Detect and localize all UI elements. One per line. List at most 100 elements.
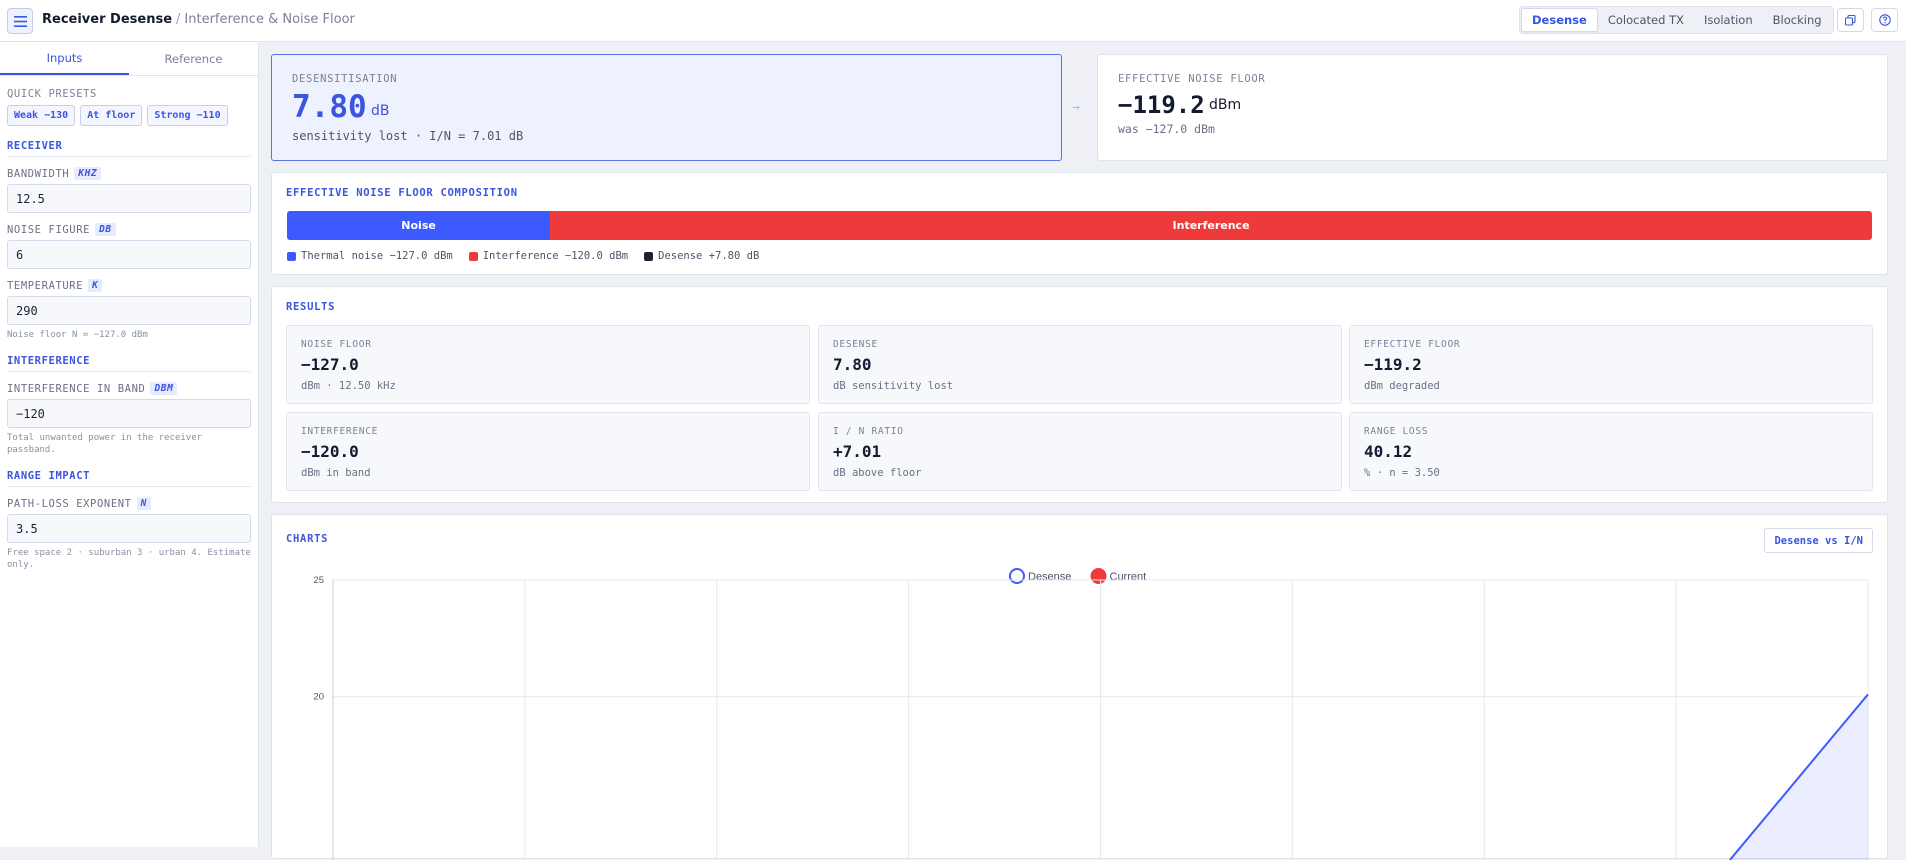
desense-chart: Desense Current 25 20 [313,568,1869,860]
sidebar-tabs: Inputs Reference [0,42,258,76]
path-loss-label: PATH-LOSS EXPONENT N [7,497,251,510]
page-title: Receiver Desense / Interference & Noise Fl… [42,12,355,27]
metric-value: 40.12 [1364,442,1413,461]
metric-label: DESENSE [833,339,878,350]
tab-isolation[interactable]: Isolation [1694,8,1763,32]
page-subtitle: Interference & Noise Floor [184,12,355,27]
metric-label: RANGE LOSS [1364,426,1429,437]
app-title: Receiver Desense [42,12,173,27]
metric-label: INTERFERENCE [301,426,379,437]
charts-title: CHARTS [286,533,329,545]
receiver-section-title: RECEIVER [7,140,251,157]
metric-value: −119.2 [1364,355,1422,374]
noise-figure-unit: DB [95,223,116,236]
tab-blocking[interactable]: Blocking [1763,8,1832,32]
bandwidth-label: BANDWIDTH KHZ [7,167,251,180]
metric-interference: INTERFERENCE −120.0 dBm in band [286,412,810,491]
legend-item-thermal-noise: Thermal noise −127.0 dBm [287,250,453,262]
noise-figure-label-text: NOISE FIGURE [7,223,91,236]
tab-desense[interactable]: Desense [1521,8,1598,32]
temperature-input[interactable] [7,296,251,325]
chart-mode-button[interactable]: Desense vs I/N [1764,528,1873,553]
desense-value: 7.80 [292,89,367,125]
legend-item-desense: Desense +7.80 dB [644,250,759,262]
preset-at-floor-button[interactable]: At floor [80,105,143,126]
y-tick-label: 25 [313,575,324,586]
tab-colocated-tx[interactable]: Colocated TX [1598,8,1694,32]
mode-tabs: Desense Colocated TX Isolation Blocking [1519,6,1834,34]
metric-sub: dB sensitivity lost [833,380,954,392]
hamburger-menu-icon [13,15,27,27]
effective-floor-card: EFFECTIVE NOISE FLOOR −119.2 dBm was −12… [1097,54,1888,161]
metric-value: +7.01 [833,442,882,461]
noise-figure-label: NOISE FIGURE DB [7,223,251,236]
noise-floor-hint: Noise floor N = −127.0 dBm [7,330,148,340]
metric-label: NOISE FLOOR [301,339,372,350]
metric-desense: DESENSE 7.80 dB sensitivity lost [818,325,1342,404]
help-button[interactable] [1871,8,1898,32]
metric-noise-floor: NOISE FLOOR −127.0 dBm · 12.50 kHz [286,325,810,404]
temperature-label: TEMPERATURE K [7,279,251,292]
metric-value: 7.80 [833,355,872,374]
results-card: RESULTS NOISE FLOOR −127.0 dBm · 12.50 k… [271,286,1888,503]
effective-floor-label: EFFECTIVE NOISE FLOOR [1118,73,1266,85]
effective-floor-value: −119.2 [1118,91,1205,119]
tab-inputs[interactable]: Inputs [0,42,129,75]
charts-card: CHARTS Desense vs I/N Desense Current 25 20 [271,514,1888,860]
preset-weak-button[interactable]: Weak −130 [7,105,76,126]
temperature-label-text: TEMPERATURE [7,279,84,292]
bandwidth-unit: KHZ [74,167,102,180]
interference-label: INTERFERENCE IN BAND DBM [7,382,251,395]
metric-effective-floor: EFFECTIVE FLOOR −119.2 dBm degraded [1349,325,1873,404]
path-loss-input[interactable] [7,514,251,543]
arrow-right-icon: → [1072,100,1080,115]
copy-button[interactable] [1837,8,1864,32]
interference-section-title: INTERFERENCE [7,355,251,372]
menu-button[interactable] [7,8,33,34]
path-loss-label-text: PATH-LOSS EXPONENT [7,497,132,510]
bandwidth-label-text: BANDWIDTH [7,167,70,180]
results-title: RESULTS [286,301,336,313]
desense-unit: dB [371,103,390,119]
legend-swatch-desense [644,251,654,261]
interference-unit: DBM [150,382,178,395]
desense-card: DESENSITISATION 7.80 dB sensitivity lost… [271,54,1062,161]
range-impact-section-title: RANGE IMPACT [7,470,251,487]
metric-sub: dB above floor [833,467,922,479]
legend-label-desense: Desense [1028,571,1071,583]
composition-card: EFFECTIVE NOISE FLOOR COMPOSITION Noise … [271,172,1888,275]
help-icon [1878,14,1891,26]
y-tick-label: 20 [313,692,324,703]
path-loss-unit: N [136,497,151,510]
legend-label-desense: Desense +7.80 dB [658,250,760,262]
metric-label: I / N RATIO [833,426,904,437]
metric-sub: dBm in band [301,467,371,479]
quick-presets-label: QUICK PRESETS [7,88,97,100]
tab-reference[interactable]: Reference [129,42,258,75]
top-bar: Receiver Desense / Interference & Noise Fl… [0,0,1906,42]
composition-bar: Noise Interference [287,211,1872,240]
temperature-unit: K [88,279,103,292]
composition-title: EFFECTIVE NOISE FLOOR COMPOSITION [286,187,518,199]
legend-label-interference: Interference −120.0 dBm [482,250,629,262]
noise-figure-input[interactable] [7,240,251,269]
copy-icon [1845,14,1856,26]
metric-label: EFFECTIVE FLOOR [1364,339,1461,350]
interference-segment: Interference [550,211,1872,240]
noise-segment: Noise [287,211,551,240]
interference-input[interactable] [7,399,251,428]
composition-legend: Thermal noise −127.0 dBm Interference −1… [287,250,759,262]
desense-note: sensitivity lost · I/N = 7.01 dB [292,129,524,143]
bandwidth-input[interactable] [7,184,251,213]
effective-floor-unit: dBm [1209,97,1242,113]
metric-value: −127.0 [301,355,359,374]
title-separator: / [176,12,181,27]
legend-marker-desense [1009,568,1025,584]
effective-floor-note: was −127.0 dBm [1118,122,1215,136]
metric-sub: dBm degraded [1364,380,1440,392]
preset-strong-button[interactable]: Strong −110 [147,105,228,126]
preset-row: Weak −130 At floor Strong −110 [7,105,251,126]
metric-sub: % · n = 3.50 [1364,467,1440,479]
legend-item-interference: Interference −120.0 dBm [468,250,629,262]
interference-hint: Total unwanted power in the receiver pas… [7,433,203,455]
